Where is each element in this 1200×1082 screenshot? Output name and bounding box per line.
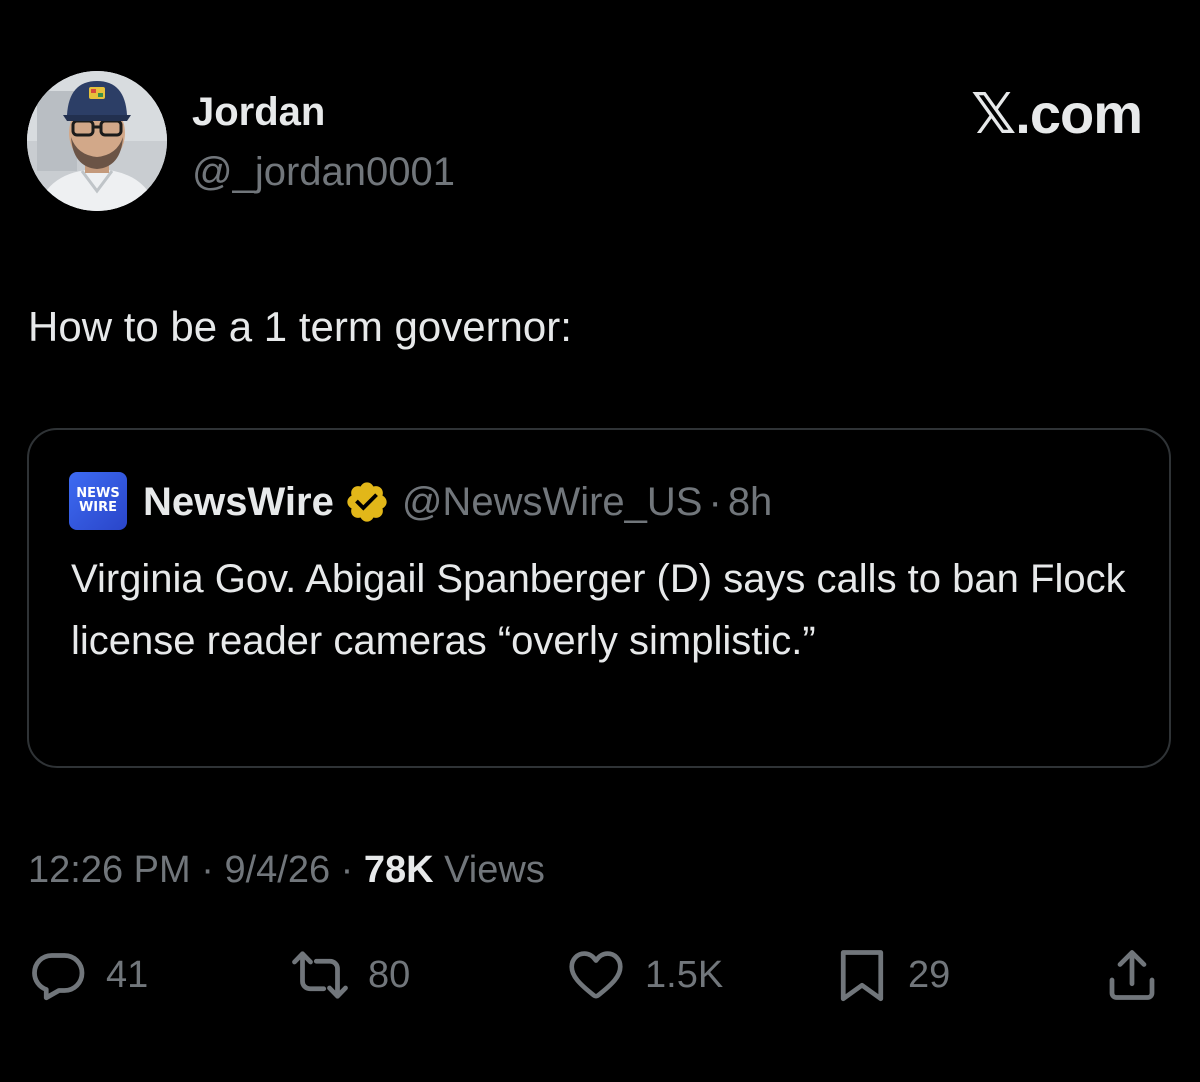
author-handle[interactable]: @_jordan0001: [192, 148, 455, 196]
meta-separator: ·: [330, 849, 364, 891]
logo-line-2: WIRE: [78, 500, 118, 515]
quoted-separator: ·: [708, 479, 722, 524]
reply-icon: [32, 953, 85, 1001]
bookmark-button[interactable]: 29: [834, 940, 950, 1010]
share-button[interactable]: [1102, 940, 1162, 1010]
quoted-author-handle[interactable]: @NewsWire_US: [402, 480, 703, 525]
action-bar: 41 80 1.5K 29: [0, 940, 1200, 1010]
logo-line-1: NEWS: [76, 486, 120, 501]
share-icon: [1109, 950, 1155, 1000]
heart-icon: [569, 951, 623, 999]
page-title: Post: [0, 0, 1200, 8]
author-name[interactable]: Jordan: [192, 88, 325, 136]
reply-count: 41: [106, 953, 149, 996]
bookmark-icon: [840, 950, 884, 1002]
post-detail-page: ‹ Post Jordan @_j: [0, 0, 1200, 1082]
reply-button[interactable]: 41: [28, 940, 148, 1010]
quoted-author-name[interactable]: NewsWire: [143, 480, 334, 525]
views-label: Views: [433, 849, 545, 891]
quoted-timestamp[interactable]: 8h: [728, 480, 773, 525]
post-time[interactable]: 12:26 PM: [28, 849, 191, 891]
like-count: 1.5K: [645, 953, 724, 996]
views-count[interactable]: 78K: [364, 849, 434, 891]
repost-count: 80: [368, 953, 411, 996]
user-photo-icon: [27, 71, 167, 211]
post-date[interactable]: 9/4/26: [224, 849, 330, 891]
post-text: How to be a 1 term governor:: [28, 303, 572, 350]
repost-icon: [292, 951, 348, 999]
author-avatar[interactable]: [27, 71, 167, 211]
quoted-post[interactable]: NEWS WIRE NewsWire @NewsWire_US · 8h Vir…: [27, 428, 1171, 768]
x-logo-watermark: 𝕏.com: [971, 82, 1143, 145]
verified-badge-icon: [344, 479, 390, 525]
top-header: ‹ Post: [0, 0, 1200, 8]
meta-separator: ·: [190, 849, 225, 891]
post-meta: 12:26 PM · 9/4/26 · 78K Views: [28, 844, 545, 896]
quoted-post-text: Virginia Gov. Abigail Spanberger (D) say…: [71, 557, 1126, 663]
repost-button[interactable]: 80: [290, 940, 410, 1010]
newswire-logo-icon[interactable]: NEWS WIRE: [69, 472, 127, 530]
bookmark-count: 29: [908, 953, 951, 996]
quoted-post-header: NewsWire @NewsWire_US · 8h: [143, 474, 772, 530]
bottom-edge: [0, 1074, 1200, 1082]
like-button[interactable]: 1.5K: [565, 940, 723, 1010]
